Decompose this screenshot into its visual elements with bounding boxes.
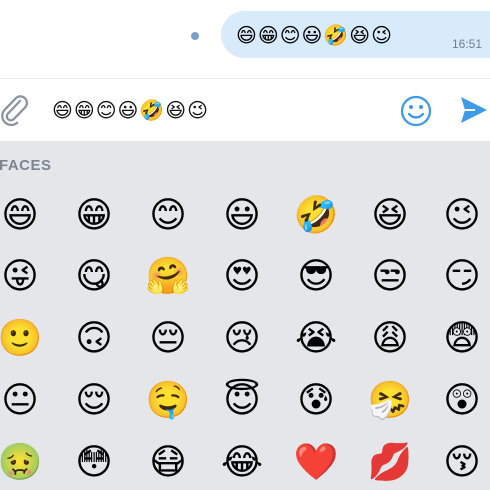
outgoing-message-bubble[interactable]: 😄😁😊😃🤣😆😉 16:51 — [221, 11, 490, 58]
emoji-keyboard: FACES 😄 😁 😊 😃 🤣 😆 😉 😜 😋 🤗 😍 😎 😒 😏 🙂 🙃 😔 😢 😭 😩 😨 😐 😌 🤤 😇 😰 🤧 😲 🤢 😳 😷 😂 ❤️… — [0, 141, 490, 490]
emoji-toggle-button[interactable] — [398, 93, 434, 129]
emoji-key[interactable]: 🙃 — [68, 314, 120, 364]
emoji-key[interactable]: 😄 — [0, 191, 46, 241]
smiley-face-icon — [400, 95, 432, 127]
emoji-key[interactable]: 😔 — [142, 314, 194, 364]
emoji-key[interactable]: 😍 — [216, 252, 268, 302]
emoji-key[interactable]: 😁 — [68, 191, 120, 241]
emoji-key[interactable]: 🤗 — [142, 252, 194, 302]
emoji-key[interactable]: 😒 — [364, 252, 416, 302]
unread-indicator — [191, 32, 199, 40]
message-text: 😄😁😊😃🤣😆😉 — [236, 23, 393, 47]
emoji-key[interactable]: 😆 — [364, 191, 416, 241]
emoji-key[interactable]: 😷 — [142, 438, 194, 488]
paperclip-icon — [1, 95, 28, 127]
emoji-key[interactable]: 😊 — [142, 191, 194, 241]
emoji-grid: 😄 😁 😊 😃 🤣 😆 😉 😜 😋 🤗 😍 😎 😒 😏 🙂 🙃 😔 😢 😭 😩 😨 😐 😌 🤤 😇 😰 🤧 😲 🤢 😳 😷 😂 ❤️ 💋 😚 — [0, 141, 490, 490]
emoji-key[interactable]: 😂 — [216, 438, 268, 488]
emoji-key[interactable]: 😎 — [290, 252, 342, 302]
message-input[interactable] — [52, 93, 382, 127]
send-button[interactable] — [458, 94, 488, 126]
emoji-key[interactable]: 😌 — [68, 376, 120, 426]
chat-history: 😄😁😊😃🤣😆😉 16:51 — [0, 0, 490, 78]
emoji-key[interactable]: 😳 — [68, 438, 120, 488]
emoji-key[interactable]: 🤧 — [364, 376, 416, 426]
emoji-key[interactable]: 🙂 — [0, 314, 46, 364]
emoji-key[interactable]: 🤢 — [0, 438, 46, 488]
emoji-key[interactable]: 🤣 — [290, 191, 342, 241]
message-composer — [0, 79, 490, 141]
emoji-key[interactable]: 😩 — [364, 314, 416, 364]
emoji-key[interactable]: 😏 — [436, 252, 488, 302]
attach-button[interactable] — [0, 93, 34, 127]
emoji-key[interactable]: 😢 — [216, 314, 268, 364]
emoji-key[interactable]: 💋 — [364, 438, 416, 488]
send-arrow-icon — [461, 97, 487, 123]
message-timestamp: 16:51 — [451, 37, 482, 51]
emoji-key[interactable]: 😰 — [290, 376, 342, 426]
emoji-key[interactable]: 😨 — [436, 314, 488, 364]
emoji-key[interactable]: 😉 — [436, 191, 488, 241]
emoji-key[interactable]: 😐 — [0, 376, 46, 426]
emoji-key[interactable]: 😚 — [436, 438, 488, 488]
emoji-key[interactable]: 😋 — [68, 252, 120, 302]
emoji-key[interactable]: 🤤 — [142, 376, 194, 426]
emoji-key[interactable]: 😇 — [216, 376, 268, 426]
emoji-key[interactable]: ❤️ — [290, 438, 342, 488]
emoji-key[interactable]: 😲 — [436, 376, 488, 426]
emoji-key[interactable]: 😃 — [216, 191, 268, 241]
emoji-key[interactable]: 😜 — [0, 252, 46, 302]
emoji-key[interactable]: 😭 — [290, 314, 342, 364]
